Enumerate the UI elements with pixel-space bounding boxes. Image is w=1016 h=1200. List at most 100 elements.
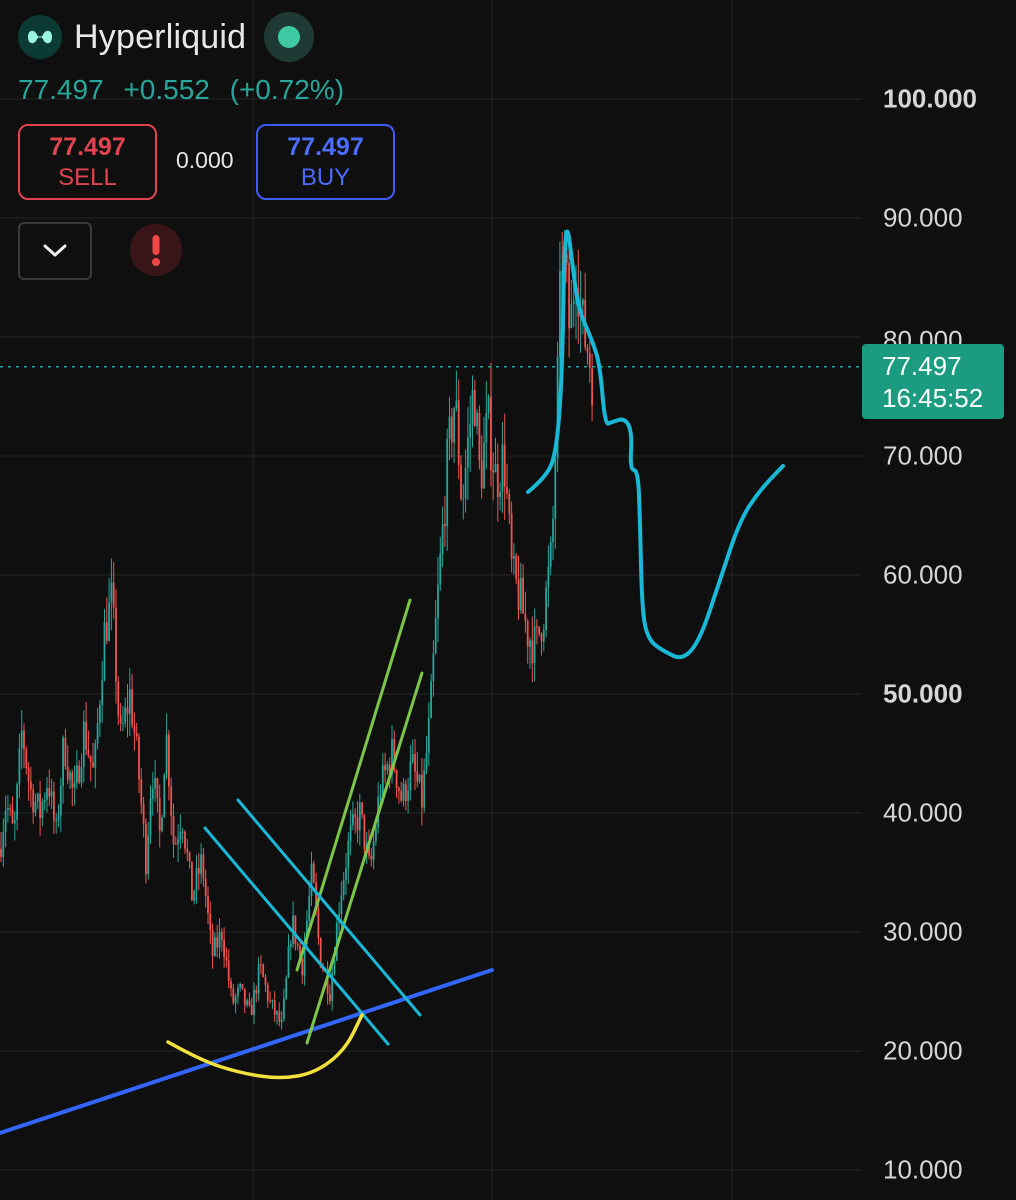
candle-body [9,808,12,810]
candle-body [361,802,363,815]
candle-body [467,437,469,468]
expand-dropdown-button[interactable] [18,222,92,280]
candle-body [503,444,506,487]
candle-body [181,831,184,833]
candle-body [519,577,522,611]
candle-body [526,620,529,647]
candle-body [41,801,44,818]
candle-body [294,915,297,944]
candle-body [455,400,458,409]
candle-body [184,831,186,849]
candle-body [490,396,492,471]
y-tick-label: 10.000 [883,1154,963,1185]
candle-body [23,730,25,750]
candle-body [522,577,524,614]
candle-body [232,988,235,1003]
price-quote: 77.497 +0.552 (+0.72%) [18,74,356,106]
candle-body [170,786,173,816]
candle-body [78,765,81,783]
candle-body [207,895,209,914]
symbol-title[interactable]: Hyperliquid [74,18,246,57]
candle-body [161,817,163,831]
candle-body [50,791,53,797]
candle-body [545,587,547,631]
candle-body [131,689,133,726]
candle-body [186,848,189,853]
candle-body [204,878,207,896]
candle-body [30,781,32,790]
green-channel-line [305,671,424,1045]
candle-body [375,827,377,842]
candle-body [96,723,99,744]
candle-body [151,788,154,799]
candle-body [356,817,359,831]
candle-body [220,931,223,940]
candle-body [473,389,476,427]
y-tick-label: 30.000 [883,916,963,947]
candle-body [430,681,432,718]
candle-body [62,737,64,786]
candle-body [69,772,71,780]
candle-body [586,347,589,353]
candle-body [7,808,9,811]
candle-body [108,602,110,641]
candle-body [379,796,382,798]
candle-body [404,783,407,802]
candle-body [140,779,143,804]
hyperliquid-logo-icon [18,15,62,59]
candle-body [36,793,39,802]
candle-body [533,626,536,664]
alert-icon[interactable] [130,224,182,276]
candle-body [266,984,269,1001]
candle-body [234,996,237,1003]
candle-body [177,839,179,844]
candle-body [126,707,129,714]
candle-body [588,352,591,369]
candle-body [542,630,545,642]
price-tag-value: 77.497 [882,350,962,381]
candle-body [363,814,366,850]
candle-body [179,831,182,840]
candle-body [478,412,481,461]
candle-body [402,783,405,801]
candle-body [416,771,419,782]
candle-body [444,523,446,527]
candle-body [547,566,550,588]
candle-body [115,607,117,682]
candle-body [386,764,389,771]
candle-body [572,300,575,305]
candle-body [381,764,384,797]
candle-body [122,722,124,724]
candle-body [342,879,345,896]
candle-body [168,734,170,787]
candle-body [145,823,147,875]
candle-body [352,814,354,825]
candle-body [432,653,435,682]
candle-body [400,790,403,801]
candle-body [278,1011,281,1022]
buy-button[interactable]: 77.497 BUY [256,124,395,200]
candle-body [538,626,541,634]
candle-body [349,824,352,842]
candle-body [409,761,412,791]
candle-body [13,819,16,824]
candle-body [230,981,232,989]
sell-button[interactable]: 77.497 SELL [18,124,157,200]
candle-body [73,783,76,788]
candle-body [39,793,41,818]
candle-body [193,890,196,901]
candle-body [264,976,267,985]
candle-body [262,964,265,977]
candle-body [480,460,483,489]
candle-body [340,895,343,914]
candle-body [269,1000,271,1002]
candle-body [92,761,94,768]
candle-body [260,964,262,966]
y-tick-label: 70.000 [883,440,963,471]
candle-body [156,778,159,798]
price-change-pct: (+0.72%) [229,74,345,105]
y-tick-label: 60.000 [883,559,963,590]
candle-body [216,937,219,948]
candle-body [476,412,478,427]
candle-body [317,909,320,939]
